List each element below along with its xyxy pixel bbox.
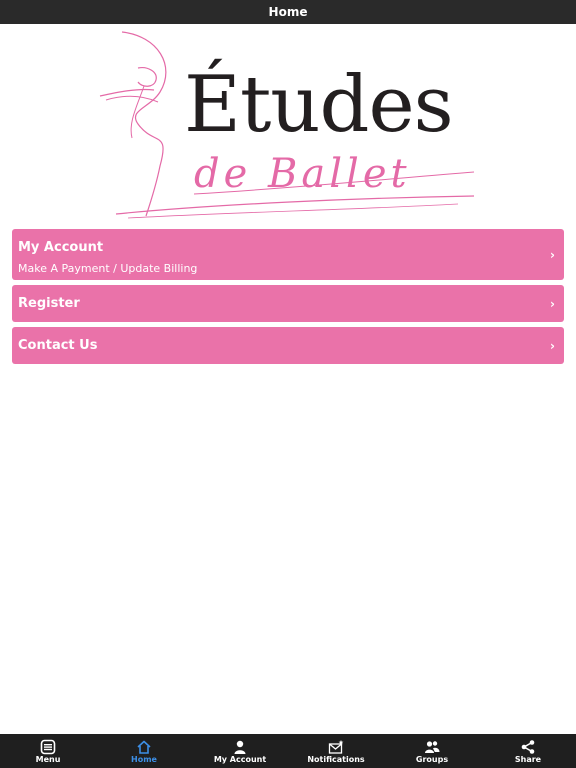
chevron-right-icon: › bbox=[550, 296, 555, 311]
page-title: Home bbox=[268, 5, 308, 19]
person-icon bbox=[234, 740, 246, 754]
menu-item-subtitle: Make A Payment / Update Billing bbox=[18, 262, 198, 275]
brand-logo: Études de Ballet bbox=[98, 26, 478, 222]
envelope-star-icon bbox=[328, 739, 344, 754]
menu-item-my-account[interactable]: My Account Make A Payment / Update Billi… bbox=[12, 229, 564, 280]
tab-groups[interactable]: Groups bbox=[384, 734, 480, 768]
tab-my-account[interactable]: My Account bbox=[192, 734, 288, 768]
menu-item-title: Contact Us bbox=[18, 338, 98, 353]
groups-icon bbox=[425, 740, 440, 753]
tab-menu[interactable]: Menu bbox=[0, 734, 96, 768]
tab-label: My Account bbox=[213, 754, 267, 764]
tab-label: Menu bbox=[35, 754, 61, 764]
tab-label: Home bbox=[131, 754, 157, 764]
tab-home[interactable]: Home bbox=[96, 734, 192, 768]
home-menu-list: My Account Make A Payment / Update Billi… bbox=[12, 229, 564, 369]
share-icon bbox=[521, 739, 535, 754]
tab-notifications[interactable]: Notifications bbox=[288, 734, 384, 768]
chevron-right-icon: › bbox=[550, 338, 555, 353]
tab-label: Notifications bbox=[307, 754, 365, 764]
logo-script-text: de Ballet bbox=[194, 151, 411, 197]
tab-label: Groups bbox=[415, 754, 449, 764]
tab-label: Share bbox=[514, 754, 542, 764]
home-icon bbox=[137, 740, 151, 754]
tab-share[interactable]: Share bbox=[480, 734, 576, 768]
top-bar: Home bbox=[0, 0, 576, 24]
menu-item-register[interactable]: Register › bbox=[12, 285, 564, 322]
bottom-tab-bar: Menu Home My Account Notifications Group… bbox=[0, 734, 576, 768]
menu-icon bbox=[40, 739, 56, 754]
menu-item-contact-us[interactable]: Contact Us › bbox=[12, 327, 564, 364]
menu-item-title: Register bbox=[18, 296, 80, 311]
menu-item-title: My Account bbox=[18, 240, 104, 255]
chevron-right-icon: › bbox=[550, 247, 555, 262]
logo-wordmark: Études bbox=[184, 60, 454, 150]
